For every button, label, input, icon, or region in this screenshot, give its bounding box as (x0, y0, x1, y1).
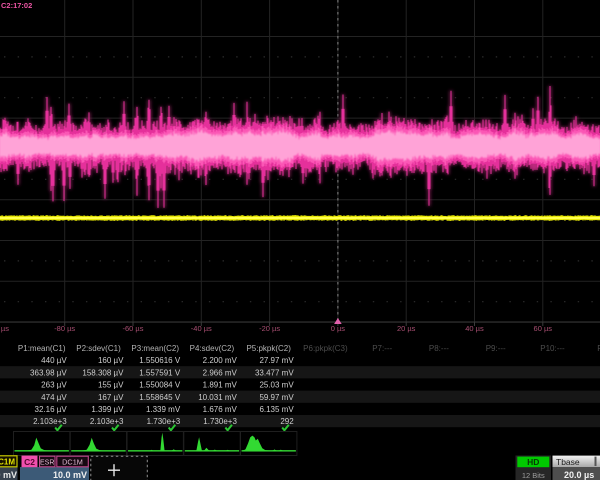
svg-text:C2: C2 (24, 457, 35, 467)
svg-text:P6:pkpk(C3): P6:pkpk(C3) (303, 344, 348, 353)
svg-text:Tbase: Tbase (556, 457, 580, 467)
svg-text:P4:sdev(C2): P4:sdev(C2) (190, 344, 235, 353)
svg-text:40 µs: 40 µs (465, 324, 484, 333)
svg-text:1.550616 V: 1.550616 V (139, 356, 181, 365)
svg-text:1.891 mV: 1.891 mV (203, 381, 238, 390)
svg-text:10.0 mV: 10.0 mV (0, 470, 17, 480)
svg-text:292: 292 (280, 417, 294, 426)
svg-text:263 µV: 263 µV (41, 381, 67, 390)
svg-text:440 µV: 440 µV (41, 356, 67, 365)
svg-text:-60 µs: -60 µs (123, 324, 144, 333)
svg-text:1.557591 V: 1.557591 V (139, 368, 181, 377)
svg-text:474 µV: 474 µV (41, 393, 67, 402)
svg-text:0 µs: 0 µs (331, 324, 346, 333)
svg-text:P8:---: P8:--- (429, 344, 449, 353)
svg-text:155 µV: 155 µV (98, 381, 124, 390)
svg-text:59.97 mV: 59.97 mV (259, 393, 294, 402)
svg-text:HD: HD (527, 457, 539, 467)
svg-text:20.0 µs: 20.0 µs (564, 470, 594, 480)
svg-text:1.339 mV: 1.339 mV (146, 405, 181, 414)
svg-text:-40 µs: -40 µs (191, 324, 212, 333)
svg-text:158.308 µV: 158.308 µV (82, 368, 124, 377)
svg-text:2.966 mV: 2.966 mV (203, 368, 238, 377)
svg-text:ESR: ESR (40, 459, 54, 466)
svg-text:160 µV: 160 µV (98, 356, 124, 365)
svg-text:32.16 µV: 32.16 µV (35, 405, 68, 414)
svg-text:P5:pkpk(C2): P5:pkpk(C2) (246, 344, 291, 353)
svg-text:1.399 µV: 1.399 µV (91, 405, 124, 414)
svg-text:2.103e+3: 2.103e+3 (90, 417, 124, 426)
svg-text:P9:---: P9:--- (486, 344, 506, 353)
svg-text:167 µV: 167 µV (98, 393, 124, 402)
svg-text:1.730e+3: 1.730e+3 (203, 417, 237, 426)
svg-text:12 Bits: 12 Bits (522, 471, 545, 480)
svg-text:1.550084 V: 1.550084 V (139, 381, 181, 390)
svg-text:P3:mean(C2): P3:mean(C2) (131, 344, 179, 353)
svg-text:P7:---: P7:--- (372, 344, 392, 353)
svg-text:P1:mean(C1): P1:mean(C1) (18, 344, 66, 353)
svg-text:363.98 µV: 363.98 µV (30, 368, 67, 377)
svg-text:60 µs: 60 µs (534, 324, 553, 333)
svg-text:C2:17:02: C2:17:02 (1, 1, 32, 10)
svg-text:DC1M: DC1M (0, 458, 15, 467)
svg-text:P10:---: P10:--- (540, 344, 565, 353)
svg-text:DC1M: DC1M (62, 457, 83, 466)
svg-text:33.477 mV: 33.477 mV (255, 368, 294, 377)
svg-text:1.676 mV: 1.676 mV (203, 405, 238, 414)
svg-text:2.103e+3: 2.103e+3 (33, 417, 67, 426)
svg-text:6.135 mV: 6.135 mV (259, 405, 294, 414)
svg-text:25.03 mV: 25.03 mV (259, 381, 294, 390)
svg-text:27.97 mV: 27.97 mV (259, 356, 294, 365)
svg-text:-20 µs: -20 µs (259, 324, 280, 333)
svg-text:2.200 mV: 2.200 mV (203, 356, 238, 365)
svg-text:1.558645 V: 1.558645 V (139, 393, 181, 402)
svg-text:10.031 mV: 10.031 mV (198, 393, 237, 402)
svg-text:-100 µs: -100 µs (0, 324, 9, 333)
svg-text:P2:sdev(C1): P2:sdev(C1) (76, 344, 121, 353)
svg-text:-80 µs: -80 µs (54, 324, 75, 333)
svg-text:10.0 mV: 10.0 mV (53, 470, 87, 480)
svg-text:1.730e+3: 1.730e+3 (147, 417, 181, 426)
svg-text:20 µs: 20 µs (397, 324, 416, 333)
